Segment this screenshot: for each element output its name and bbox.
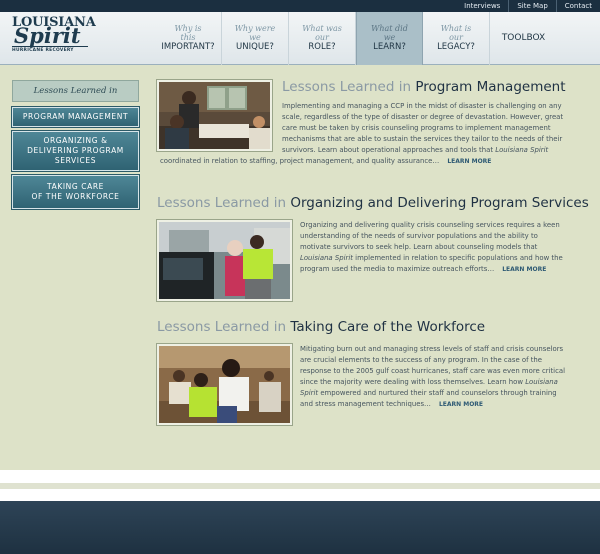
workforce-photo <box>157 344 292 425</box>
section-body-text: Organizing and delivering quality crisis… <box>300 220 567 275</box>
sidebar-item-program-management[interactable]: PROGRAM MANAGEMENT <box>12 107 139 127</box>
top-links: Interviews Site Map Contact <box>456 0 600 12</box>
section-body-text: Mitigating burn out and managing stress … <box>300 344 567 410</box>
body-text: Organizing and delivering quality crisis… <box>300 221 560 251</box>
nav-question: Why were <box>234 24 276 33</box>
nav-role[interactable]: What was our ROLE? <box>289 12 356 65</box>
program-name-italic: Louisiana Spirit <box>300 254 353 262</box>
nav-question: What did <box>371 24 408 33</box>
nav-label: LEGACY? <box>437 42 475 52</box>
section-title-prefix: Lessons Learned in <box>157 195 287 211</box>
section-title-main: Organizing and Delivering Program Servic… <box>290 195 589 211</box>
section-program-management: Lessons Learned in Program Management Im… <box>157 79 567 171</box>
sidebar-item-label: PROGRAM MANAGEMENT <box>22 112 129 121</box>
program-name-italic: Louisiana Spirit <box>495 146 549 154</box>
program-management-photo <box>157 80 272 151</box>
nav-label: LEARN? <box>373 42 406 52</box>
logo-text-spirit: Spirit <box>14 23 81 48</box>
sidebar-heading: Lessons Learned in <box>12 80 139 102</box>
interviews-link[interactable]: Interviews <box>456 0 508 12</box>
sidebar-item-label: DELIVERING PROGRAM <box>27 146 124 155</box>
learn-more-link[interactable]: LEARN MORE <box>439 401 483 408</box>
top-utility-bar: Interviews Site Map Contact <box>0 0 600 12</box>
site-header: LOUISIANA Spirit HURRICANE RECOVERY Why … <box>0 12 600 65</box>
section-title: Lessons Learned in Taking Care of the Wo… <box>157 319 485 335</box>
nav-question: What was <box>302 24 342 33</box>
section-title: Lessons Learned in Program Management <box>282 79 566 95</box>
site-map-link[interactable]: Site Map <box>508 0 555 12</box>
body-text: empowered and nurtured their staff and c… <box>300 389 557 408</box>
nav-question: What is <box>440 24 472 33</box>
nav-learn[interactable]: What did we LEARN? <box>356 12 423 65</box>
nav-question: our <box>449 33 463 42</box>
nav-important[interactable]: Why is this IMPORTANT? <box>155 12 222 65</box>
section-title: Lessons Learned in Organizing and Delive… <box>157 195 589 211</box>
nav-toolbox[interactable]: TOOLBOX <box>490 12 557 65</box>
sidebar-item-taking-care-workforce[interactable]: TAKING CARE OF THE WORKFORCE <box>12 175 139 209</box>
nav-question: our <box>315 33 329 42</box>
section-body-text-continued: coordinated in relation to staffing, pro… <box>160 156 567 167</box>
nav-question: we <box>383 33 396 42</box>
sidebar-item-label: TAKING CARE <box>47 182 104 191</box>
nav-label: UNIQUE? <box>236 42 274 52</box>
section-title-main: Program Management <box>415 79 566 95</box>
footer-divider <box>0 470 600 483</box>
section-taking-care-workforce: Lessons Learned in Taking Care of the Wo… <box>157 319 567 431</box>
organizing-delivering-photo <box>157 220 292 301</box>
main-nav: Why is this IMPORTANT? Why were we UNIQU… <box>155 12 557 65</box>
nav-label: IMPORTANT? <box>161 42 215 52</box>
sidebar-item-organizing-delivering[interactable]: ORGANIZING & DELIVERING PROGRAM SERVICES <box>12 131 139 171</box>
nav-label: TOOLBOX <box>501 33 546 43</box>
section-organizing-delivering: Lessons Learned in Organizing and Delive… <box>157 195 589 305</box>
section-title-prefix: Lessons Learned in <box>157 319 287 335</box>
learn-more-link[interactable]: LEARN MORE <box>502 266 546 273</box>
nav-label: ROLE? <box>308 42 336 52</box>
sidebar-item-label: ORGANIZING & <box>43 136 108 145</box>
footer-divider <box>0 489 600 501</box>
sidebar-item-label: OF THE WORKFORCE <box>31 192 120 201</box>
sidebar: Lessons Learned in PROGRAM MANAGEMENT OR… <box>12 80 139 209</box>
section-title-main: Taking Care of the Workforce <box>290 319 486 335</box>
nav-question: Why is <box>174 24 202 33</box>
nav-unique[interactable]: Why were we UNIQUE? <box>222 12 289 65</box>
sidebar-item-label: SERVICES <box>54 156 97 165</box>
learn-more-link[interactable]: LEARN MORE <box>447 158 491 165</box>
nav-question: this <box>180 33 196 42</box>
contact-link[interactable]: Contact <box>555 0 600 12</box>
body-text: coordinated in relation to staffing, pro… <box>160 157 440 165</box>
section-title-prefix: Lessons Learned in <box>282 79 412 95</box>
louisiana-spirit-logo[interactable]: LOUISIANA Spirit HURRICANE RECOVERY <box>12 15 96 63</box>
nav-legacy[interactable]: What is our LEGACY? <box>423 12 490 65</box>
section-body-text: Implementing and managing a CCP in the m… <box>282 101 567 156</box>
site-footer <box>0 501 600 554</box>
nav-question: we <box>249 33 261 42</box>
